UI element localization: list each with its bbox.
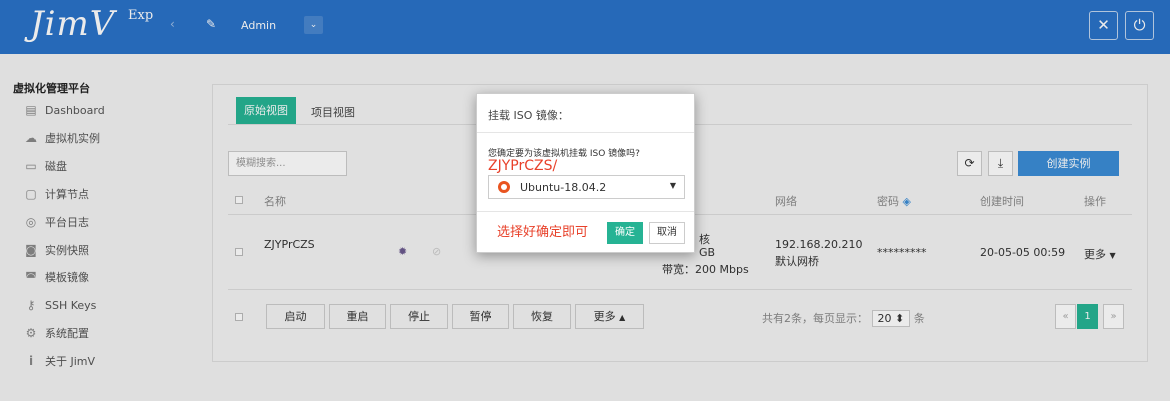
annotation-instance-name: ZJYPrCZS/	[488, 158, 558, 174]
dialog-title: 挂载 ISO 镜像：	[488, 109, 569, 122]
cancel-button[interactable]: 取消	[649, 222, 685, 244]
confirm-button[interactable]: 确定	[607, 222, 643, 244]
dialog-divider	[477, 211, 694, 212]
chevron-down-icon: ▼	[669, 181, 676, 190]
annotation-hint: 选择好确定即可	[497, 225, 589, 240]
dialog-divider	[477, 132, 694, 133]
iso-select[interactable]: Ubuntu-18.04.2 ▼	[488, 175, 685, 199]
ubuntu-icon	[498, 181, 510, 193]
iso-selected-value: Ubuntu-18.04.2	[520, 181, 607, 194]
mount-iso-dialog: 挂载 ISO 镜像： 您确定要为该虚拟机挂载 ISO 镜像吗? ZJYPrCZS…	[476, 93, 695, 253]
